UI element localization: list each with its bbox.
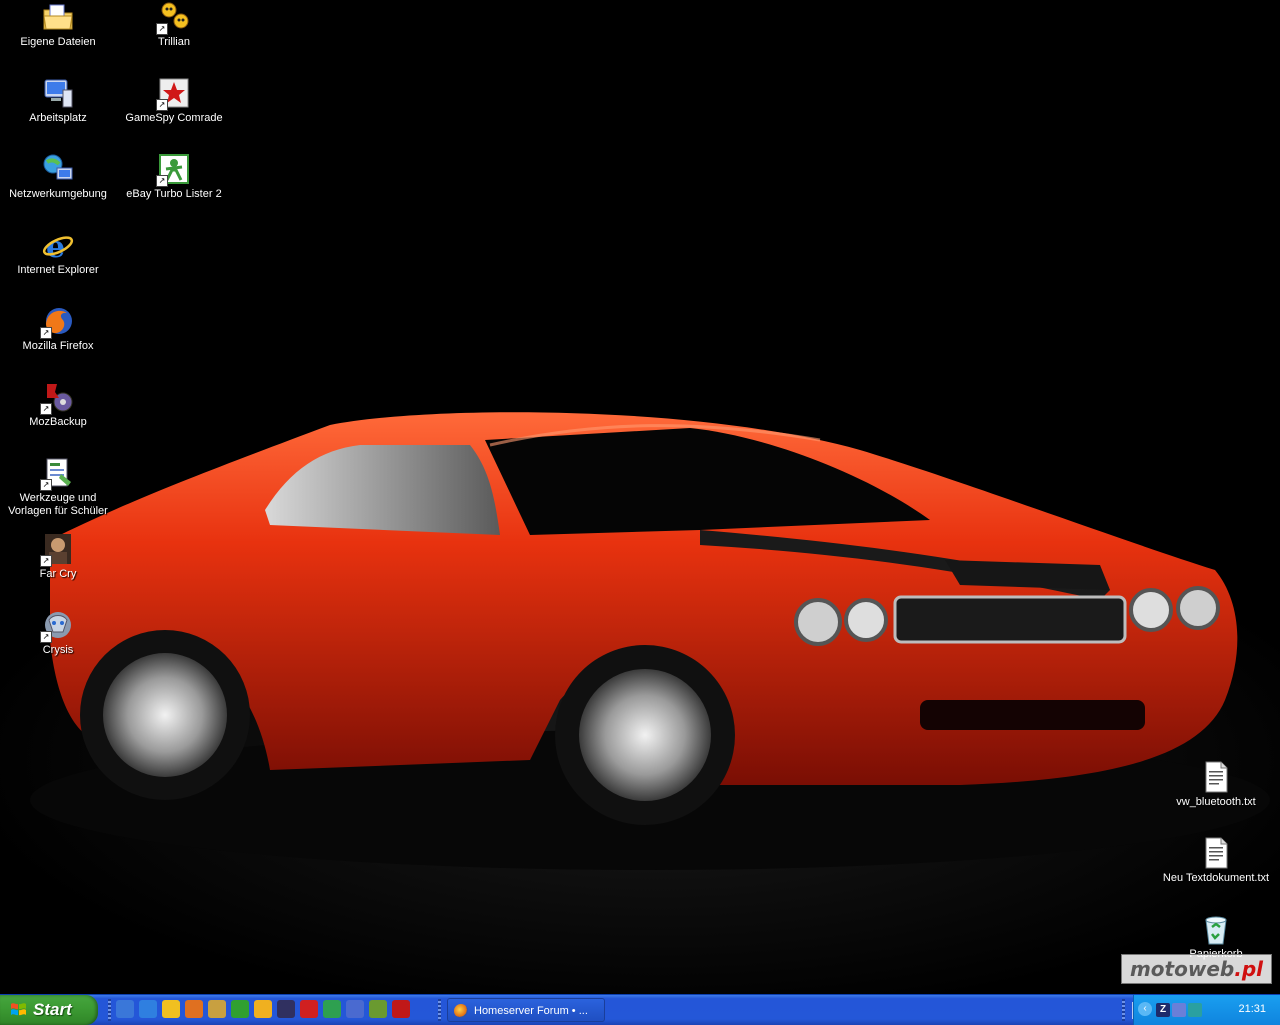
toolbar-grip[interactable] <box>108 999 111 1021</box>
crysis-icon: ↗ <box>40 608 75 643</box>
security-tray-icon[interactable] <box>1188 1003 1202 1017</box>
start-label: Start <box>33 1000 72 1019</box>
network-tray-icon[interactable] <box>1172 1003 1186 1017</box>
desktop-icon-far-cry[interactable]: ↗ Far Cry <box>0 532 116 581</box>
folder-documents-icon <box>41 0 75 34</box>
shortcut-arrow-icon: ↗ <box>40 327 52 339</box>
window-title: Homeserver Forum • ... <box>474 1005 588 1017</box>
computer-icon <box>41 76 75 110</box>
windows-logo-icon <box>11 1003 26 1016</box>
quicklaunch-tree-icon[interactable] <box>369 1000 387 1018</box>
internet-explorer-icon: e <box>41 228 75 265</box>
desktop-icon-folder-documents[interactable]: Eigene Dateien <box>0 0 116 49</box>
desktop-icon-internet-explorer[interactable]: e Internet Explorer <box>0 228 116 277</box>
gamespy-icon: ↗ <box>156 76 191 111</box>
shortcut-arrow-icon: ↗ <box>156 175 168 187</box>
desktop-icon-label: Netzwerkumgebung <box>9 188 107 200</box>
taskbar-window-button[interactable]: Homeserver Forum • ... <box>447 998 605 1022</box>
desktop-icon-label: Neu Textdokument.txt <box>1162 872 1270 884</box>
mozbackup-icon: ↗ <box>40 380 75 415</box>
desktop-icon-gamespy[interactable]: ↗ GameSpy Comrade <box>116 76 232 125</box>
quicklaunch-firefox-icon[interactable] <box>185 1000 203 1018</box>
start-button[interactable]: Start <box>0 995 98 1025</box>
desktop-icon-firefox[interactable]: ↗ Mozilla Firefox <box>0 304 116 353</box>
desktop-icon-label: Internet Explorer <box>17 264 99 276</box>
zonealarm-icon[interactable]: Z <box>1156 1003 1170 1017</box>
desktop-icon-tools-templates[interactable]: ↗ Werkzeuge und Vorlagen für Schüler <box>0 456 116 518</box>
taskbar: Start Homeserver Forum • ... DE ‹ Z 21:3… <box>0 994 1280 1025</box>
shortcut-arrow-icon: ↗ <box>40 403 52 415</box>
desktop-icon-label: Crysis <box>42 644 74 656</box>
desktop-icon-label: Arbeitsplatz <box>29 112 87 124</box>
text-file-icon <box>1199 760 1233 794</box>
desktop-icon-crysis[interactable]: ↗ Crysis <box>0 608 116 657</box>
desktop-icon-trillian[interactable]: ↗ Trillian <box>116 0 232 49</box>
quicklaunch-clock-icon[interactable] <box>162 1000 180 1018</box>
desktop-icon-mozbackup[interactable]: ↗ MozBackup <box>0 380 116 429</box>
desktop-icon-label: Far Cry <box>39 568 77 580</box>
quicklaunch-outlook-icon[interactable] <box>116 1000 134 1018</box>
shortcut-arrow-icon: ↗ <box>40 479 52 491</box>
wallpaper-car <box>30 412 1270 870</box>
toolbar-grip[interactable] <box>438 999 441 1021</box>
recycle-bin-icon <box>1199 912 1233 946</box>
far-cry-icon: ↗ <box>40 532 75 567</box>
trillian-icon: ↗ <box>156 0 191 35</box>
desktop-icon-text-file[interactable]: vw_bluetooth.txt <box>1158 760 1274 809</box>
desktop-icon-network[interactable]: Netzwerkumgebung <box>0 152 116 201</box>
quicklaunch-gamespy-star-icon[interactable] <box>392 1000 410 1018</box>
desktop-icon-label: Trillian <box>158 36 190 48</box>
desktop[interactable]: Eigene Dateien Arbeitsplatz Netzwerkumgebu… <box>0 0 1280 994</box>
shortcut-arrow-icon: ↗ <box>40 555 52 567</box>
tray-expand-chevron-icon[interactable]: ‹ <box>1138 1002 1152 1016</box>
desktop-icon-label: Mozilla Firefox <box>22 340 94 352</box>
motoweb-watermark: motoweb.pl <box>1120 954 1272 984</box>
firefox-icon <box>454 1004 468 1018</box>
network-icon <box>41 152 75 186</box>
shortcut-arrow-icon: ↗ <box>40 631 52 643</box>
shortcut-arrow-icon: ↗ <box>156 23 168 35</box>
quicklaunch-network-icon[interactable] <box>323 1000 341 1018</box>
shortcut-arrow-icon: ↗ <box>156 99 168 111</box>
ebay-turbo-lister-icon: ↗ <box>156 152 191 187</box>
firefox-icon: ↗ <box>40 304 75 339</box>
desktop-icon-label: vw_bluetooth.txt <box>1176 796 1256 808</box>
clock[interactable]: 21:31 <box>1238 1003 1266 1015</box>
desktop-icon-text-file[interactable]: Neu Textdokument.txt <box>1158 836 1274 885</box>
desktop-icon-label: eBay Turbo Lister 2 <box>126 188 222 200</box>
quicklaunch-remote-icon[interactable] <box>346 1000 364 1018</box>
quicklaunch-trillian-icon[interactable] <box>254 1000 272 1018</box>
quicklaunch-winamp-icon[interactable] <box>208 1000 226 1018</box>
desktop-icon-label: Werkzeuge und Vorlagen für Schüler <box>8 492 108 517</box>
desktop-icon-label: MozBackup <box>29 416 87 428</box>
desktop-icon-computer[interactable]: Arbeitsplatz <box>0 76 116 125</box>
text-file-icon <box>1199 836 1233 870</box>
tools-templates-icon: ↗ <box>40 456 75 491</box>
desktop-icon-label: Eigene Dateien <box>20 36 96 48</box>
quicklaunch-internet-explorer-icon[interactable] <box>139 1000 157 1018</box>
desktop-icon-ebay-turbo-lister[interactable]: ↗ eBay Turbo Lister 2 <box>116 152 232 201</box>
system-tray: ‹ Z 21:31 <box>1133 995 1280 1025</box>
quicklaunch-floppy-icon[interactable] <box>277 1000 295 1018</box>
quicklaunch-sync-icon[interactable] <box>231 1000 249 1018</box>
toolbar-grip[interactable] <box>1122 999 1125 1021</box>
quicklaunch-gamespy-icon[interactable] <box>300 1000 318 1018</box>
desktop-icon-label: GameSpy Comrade <box>125 112 223 124</box>
